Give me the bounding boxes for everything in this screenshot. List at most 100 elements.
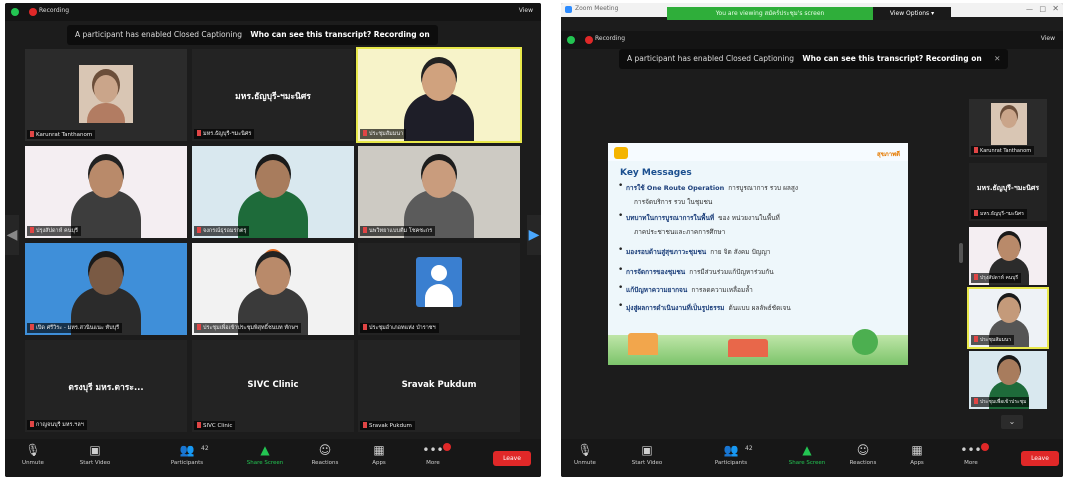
microphone-muted-icon	[363, 422, 367, 428]
participant-tile[interactable]: มหร.ธัญบุรี-ฯมะนิศร มหร.ธัญบุรี-ฯมะนิศร	[969, 163, 1047, 221]
slide-title: Key Messages	[620, 168, 692, 178]
participant-tile[interactable]: จงกรณ์ธุรอมรกตรุ	[192, 146, 354, 238]
participant-name: ปรุงสัปดาห์ คนบุรี	[36, 228, 78, 234]
slide-bullet-heading: มุ่งสู่ผลการดำเนินงานที่เป็นรูปธรรม	[626, 304, 725, 312]
slide-bullet-text: ของ หน่วยงานในพื้นที่	[718, 214, 780, 222]
apps-button[interactable]: ▦ Apps	[359, 443, 399, 466]
microphone-muted-icon	[30, 421, 34, 427]
participant-tile[interactable]: ประชุมสัมมนา	[967, 287, 1049, 349]
participant-name-label: เปิด ศรีวิระ - มหร.สวนินแนะ ทับบุรี	[27, 323, 123, 333]
participant-name: มหร.ธัญบุรี-ฯมะนิศร	[203, 131, 252, 137]
caption-info-link[interactable]: Who can see this transcript? Recording o…	[250, 30, 429, 39]
close-icon[interactable]: ✕	[994, 54, 1000, 63]
participant-name-label: ปรุงสัปดาห์ คนบุรี	[27, 226, 81, 236]
microphone-muted-icon	[197, 422, 201, 428]
participant-video	[192, 243, 354, 335]
slide-bullet: การจัดการของชุมชนการมีส่วนร่วมแก้ปัญหาร่…	[618, 265, 774, 277]
participant-tile[interactable]: ประชุมเพื่อเข้าประชุม	[969, 351, 1047, 409]
apps-icon: ▦	[373, 443, 385, 457]
participant-tile[interactable]: นพวิทยาแบบตีม โชคชะกร	[358, 146, 520, 238]
participant-tile[interactable]: Sravak Pukdum Sravak Pukdum	[358, 340, 520, 432]
close-icon[interactable]: ✕	[1052, 4, 1059, 13]
apps-icon: ▦	[911, 443, 923, 457]
share-screen-button[interactable]: ▲ Share Screen	[245, 443, 285, 466]
participant-name: ประชุมเพื่อเข้าประชุม	[980, 399, 1027, 405]
participant-name-label: ประชุมสัมมนา	[971, 335, 1015, 345]
participant-video	[25, 146, 187, 238]
minimize-icon[interactable]: —	[1026, 5, 1033, 13]
participant-tile[interactable]: Karunrat Tanthanom	[25, 49, 187, 141]
participant-name: Sravak Pukdum	[369, 423, 412, 429]
participants-count: 42	[745, 445, 753, 452]
participant-name-label: ประชุมอำเภอทแห่ง บำราชฯ	[360, 323, 439, 333]
start-video-button[interactable]: ▣ Start Video	[627, 443, 667, 466]
record-icon	[29, 8, 37, 16]
reactions-button[interactable]: ☺ Reactions	[843, 443, 883, 466]
participants-count: 42	[201, 445, 209, 452]
zoom-logo-icon	[565, 6, 572, 13]
participant-tile[interactable]: เปิด ศรีวิระ - มหร.สวนินแนะ ทับบุรี	[25, 243, 187, 335]
slide-bullet: การจัดบริการ รวบ ในชุมชน	[630, 197, 712, 207]
unmute-button[interactable]: 🎙 Unmute	[13, 443, 53, 466]
scroll-down-chevron-icon[interactable]: ⌄	[1001, 415, 1023, 429]
participant-tile[interactable]: ตรงบุรี มหร.ตาระ... กาญจนบุรี มหร.ฯลฯ	[25, 340, 187, 432]
share-screen-icon: ▲	[260, 443, 270, 457]
participant-tile[interactable]: ประชุมสัมมนา	[356, 47, 522, 143]
slide-bullet-text: การจัดบริการ รวบ ในชุมชน	[634, 198, 713, 206]
participant-tile[interactable]: มหร.ธัญบุรี-ฯมะนิศร มหร.ธัญบุรี-ฯมะนิศร	[192, 49, 354, 141]
participant-tile[interactable]: ปรุงสัปดาห์ คนบุรี	[969, 227, 1047, 285]
participant-name-label: SIVC Clinic	[194, 421, 236, 430]
caption-notice-text: A participant has enabled Closed Caption…	[75, 30, 242, 39]
ministry-logo-icon	[614, 147, 628, 159]
shield-icon[interactable]	[11, 8, 19, 16]
view-options-button[interactable]: View Options ▾	[873, 7, 951, 20]
unmute-button[interactable]: 🎙 Unmute	[565, 443, 605, 466]
panel-resize-handle[interactable]	[959, 243, 963, 263]
slide-bullet-heading: บทบาทในการบูรณาการในพื้นที่	[626, 214, 715, 222]
participant-tile[interactable]: ประชุมอำเภอทแห่ง บำราชฯ	[358, 243, 520, 335]
reactions-button[interactable]: ☺ Reactions	[305, 443, 345, 466]
start-video-button[interactable]: ▣ Start Video	[75, 443, 115, 466]
tree-illustration	[852, 329, 878, 355]
participant-name-label: ประชุมเพื่อเข้าประชุม	[971, 397, 1030, 407]
next-page-arrow-icon[interactable]: ▶	[527, 215, 541, 255]
leave-button[interactable]: Leave	[493, 451, 531, 466]
microphone-muted-icon	[974, 210, 978, 216]
slide-bullet: มุ่งสู่ผลการดำเนินงานที่เป็นรูปธรรมต้นแบ…	[618, 301, 791, 313]
recording-label: Recording	[39, 7, 70, 14]
caption-info-link[interactable]: Who can see this transcript? Recording o…	[802, 54, 981, 63]
reactions-icon: ☺	[856, 443, 870, 457]
participant-display-name: ตรงบุรี มหร.ตาระ...	[68, 383, 144, 394]
microphone-muted-icon	[974, 147, 978, 153]
slide-bullet-heading: การใช้ One Route Operation	[626, 184, 725, 192]
participant-tile[interactable]: ประชุมเพื่อเข้าประชุมพิสุทธิ์ชนบท ทักษฯ	[192, 243, 354, 335]
participant-tile[interactable]: SIVC Clinic SIVC Clinic	[192, 340, 354, 432]
record-icon	[585, 36, 593, 44]
view-button[interactable]: View	[1041, 35, 1055, 42]
share-screen-button[interactable]: ▲ Share Screen	[787, 443, 827, 466]
apps-button[interactable]: ▦ Apps	[897, 443, 937, 466]
participant-name: นพวิทยาแบบตีม โชคชะกร	[369, 228, 433, 234]
participant-tile[interactable]: Karunrat Tanthanom	[969, 99, 1047, 157]
zoom-window-share: Zoom Meeting — □ ✕ You are viewing สมัคร…	[561, 3, 1063, 477]
participant-name-label: ประชุมเพื่อเข้าประชุมพิสุทธิ์ชนบท ทักษฯ	[194, 323, 302, 333]
video-off-icon: ▣	[641, 443, 653, 457]
caption-notice-text: A participant has enabled Closed Caption…	[627, 54, 794, 63]
house-illustration	[628, 333, 658, 355]
participant-video	[192, 146, 354, 238]
browser-tab-title[interactable]: Zoom Meeting	[575, 5, 618, 12]
zoom-window-gallery: Recording View A participant has enabled…	[5, 3, 541, 477]
title-bar: Recording View	[5, 3, 541, 21]
view-button[interactable]: View	[519, 7, 533, 14]
participant-tile[interactable]: ปรุงสัปดาห์ คนบุรี	[25, 146, 187, 238]
maximize-icon[interactable]: □	[1039, 5, 1046, 13]
microphone-muted-icon	[974, 274, 978, 280]
participant-display-name: มหร.ธัญบุรี-ฯมะนิศร	[976, 184, 1040, 192]
prev-page-arrow-icon[interactable]: ◀	[5, 215, 19, 255]
shield-icon[interactable]	[567, 36, 575, 44]
participant-name: มหร.ธัญบุรี-ฯมะนิศร	[980, 211, 1024, 217]
participant-name-label: Karunrat Tanthanom	[27, 130, 96, 139]
shared-screen-slide: สุขภาพดี Key Messages การใช้ One Route O…	[608, 143, 908, 365]
meeting-toolbar: 🎙 Unmute ▣ Start Video 👥 Participants 42 ▲ S…	[561, 439, 1063, 477]
leave-button[interactable]: Leave	[1021, 451, 1059, 466]
